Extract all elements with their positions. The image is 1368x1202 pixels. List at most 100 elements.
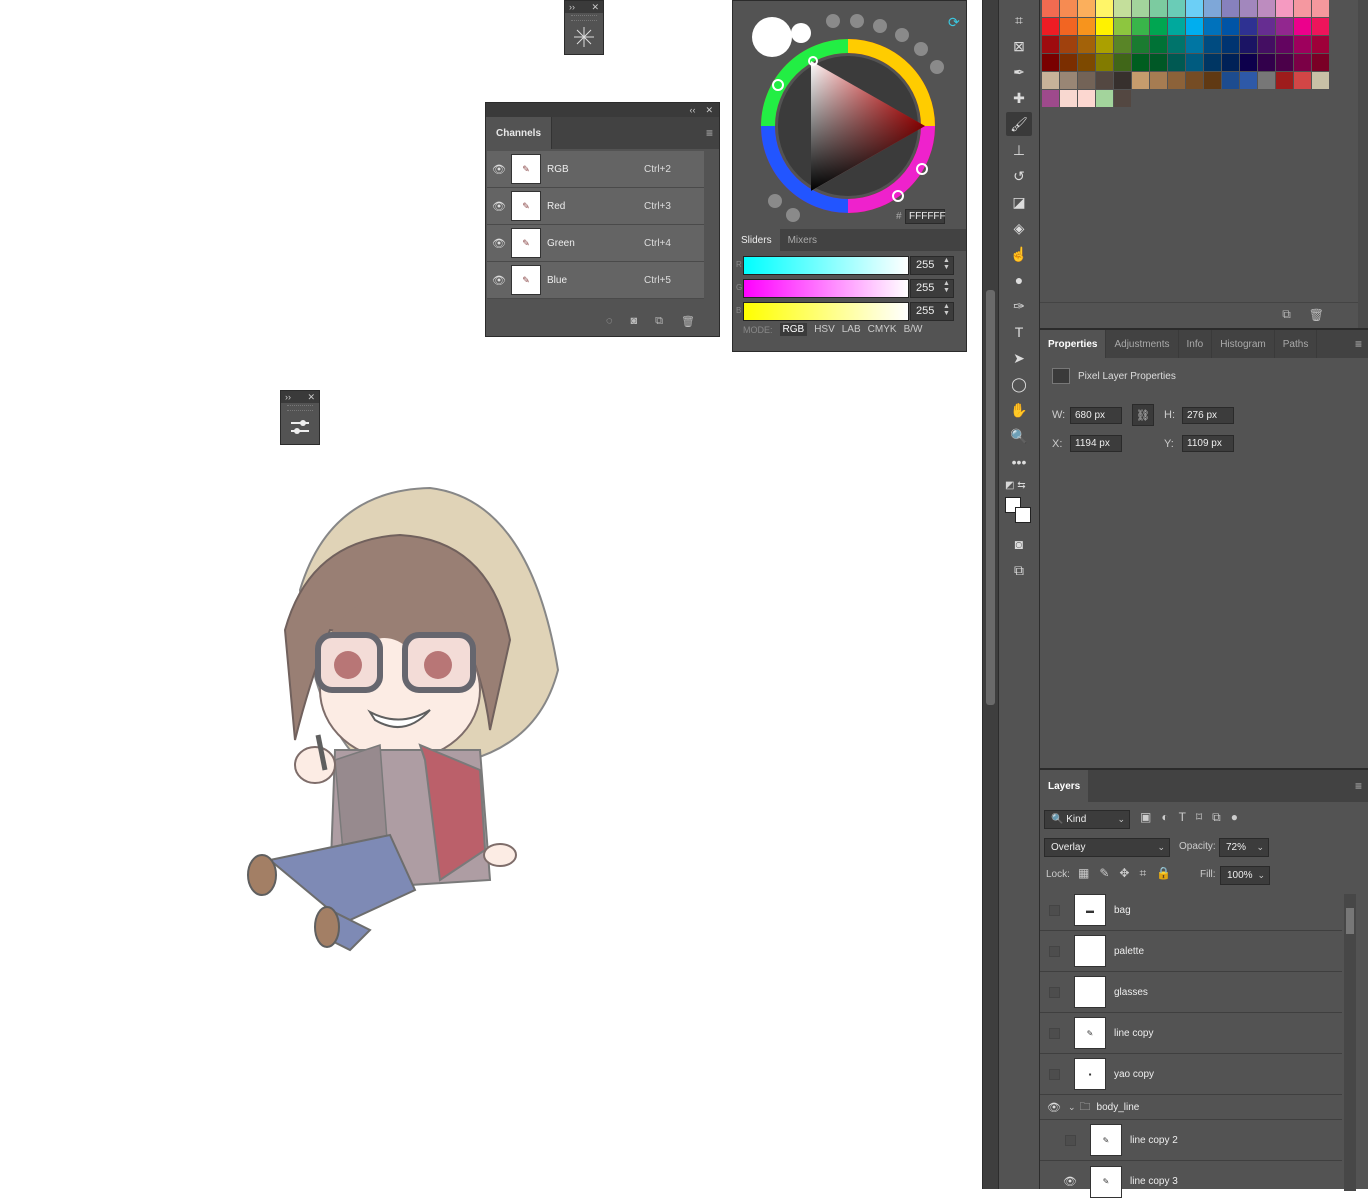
visibility-toggle[interactable] bbox=[1040, 904, 1068, 916]
shape-filter-icon[interactable]: ⌑ bbox=[1196, 810, 1202, 825]
color-swatch[interactable] bbox=[1096, 54, 1113, 71]
mode-lab[interactable]: LAB bbox=[842, 324, 861, 335]
delete-icon[interactable]: 🗑 bbox=[681, 315, 695, 328]
opacity-field[interactable]: 72% ⌄ bbox=[1219, 838, 1269, 857]
tab-adjustments[interactable]: Adjustments bbox=[1106, 330, 1179, 358]
color-swatch[interactable] bbox=[1312, 18, 1329, 35]
color-swatch[interactable] bbox=[1276, 36, 1293, 53]
dodge-icon[interactable]: ● bbox=[1006, 268, 1032, 292]
color-swatch[interactable] bbox=[1042, 72, 1059, 89]
color-swatch[interactable] bbox=[1060, 90, 1077, 107]
more-icon[interactable]: ••• bbox=[1006, 450, 1032, 474]
color-swatch[interactable] bbox=[1186, 0, 1203, 17]
color-swatch[interactable] bbox=[1294, 0, 1311, 17]
color-swatch[interactable] bbox=[1294, 54, 1311, 71]
color-swatch[interactable] bbox=[1096, 18, 1113, 35]
slider-track[interactable] bbox=[743, 302, 909, 321]
color-swatch[interactable] bbox=[1240, 18, 1257, 35]
tab-properties[interactable]: Properties bbox=[1040, 330, 1107, 358]
frame-icon[interactable]: ⊠ bbox=[1006, 34, 1032, 58]
mode-hsv[interactable]: HSV bbox=[814, 324, 835, 335]
y-field[interactable]: 1109 px bbox=[1182, 435, 1234, 452]
hex-input[interactable]: FFFFFF bbox=[905, 209, 946, 224]
layer-row[interactable]: 👁 ✎ line copy 3 bbox=[1040, 1161, 1342, 1202]
color-swatch[interactable] bbox=[1276, 72, 1293, 89]
blend-mode-dropdown[interactable]: Overlay ⌄ bbox=[1044, 838, 1170, 857]
visibility-box[interactable] bbox=[1048, 904, 1060, 916]
color-swatch[interactable] bbox=[1258, 54, 1275, 71]
channel-row-green[interactable]: 👁 ✎ Green Ctrl+4 bbox=[487, 225, 704, 262]
color-swatch[interactable] bbox=[1132, 0, 1149, 17]
mode-bw[interactable]: B/W bbox=[904, 324, 923, 335]
close-icon[interactable]: ✕ bbox=[307, 392, 315, 403]
color-swatch[interactable] bbox=[1204, 54, 1221, 71]
chevron-down-icon[interactable]: ⌄ bbox=[1256, 839, 1264, 856]
color-swatch[interactable] bbox=[1258, 72, 1275, 89]
color-swatch[interactable] bbox=[1114, 0, 1131, 17]
adjustments-slider-icon[interactable] bbox=[281, 413, 319, 441]
color-swatch[interactable] bbox=[1240, 54, 1257, 71]
panel-menu-icon[interactable]: ≡ bbox=[1355, 779, 1362, 793]
tab-sliders[interactable]: Sliders bbox=[733, 229, 780, 251]
color-swatch[interactable] bbox=[1186, 36, 1203, 53]
tab-histogram[interactable]: Histogram bbox=[1212, 330, 1275, 358]
channel-row-blue[interactable]: 👁 ✎ Blue Ctrl+5 bbox=[487, 262, 704, 299]
color-swatch[interactable] bbox=[1258, 18, 1275, 35]
eye-icon[interactable]: 👁 bbox=[1056, 1175, 1084, 1188]
color-swatch[interactable] bbox=[1240, 36, 1257, 53]
color-swatch[interactable] bbox=[1132, 72, 1149, 89]
mode-cmyk[interactable]: CMYK bbox=[868, 324, 897, 335]
close-icon[interactable]: ✕ bbox=[705, 105, 713, 116]
color-swatch[interactable] bbox=[1168, 18, 1185, 35]
filter-kind-dropdown[interactable]: 🔍 Kind ⌄ bbox=[1044, 810, 1130, 829]
lock-position-icon[interactable]: ✥ bbox=[1119, 866, 1129, 881]
hand-icon[interactable]: ✋ bbox=[1006, 398, 1032, 422]
paint-bucket-icon[interactable]: ◈ bbox=[1006, 216, 1032, 240]
layer-group-row[interactable]: 👁 ⌄ 🗀 body_line bbox=[1040, 1095, 1342, 1120]
delete-icon[interactable]: 🗑 bbox=[1309, 308, 1324, 322]
spinner-icon[interactable]: ▲ ▼ bbox=[943, 280, 950, 294]
adjustment-filter-icon[interactable]: ◐ bbox=[1161, 810, 1168, 825]
color-swatch[interactable] bbox=[1204, 72, 1221, 89]
scroll-thumb[interactable] bbox=[1346, 908, 1354, 934]
color-swatch[interactable] bbox=[1042, 54, 1059, 71]
eye-icon[interactable]: 👁 bbox=[487, 163, 511, 176]
collapse-icon[interactable]: ‹‹ bbox=[689, 105, 695, 115]
color-swatch[interactable] bbox=[1150, 54, 1167, 71]
layer-row[interactable]: ▬ bag bbox=[1040, 890, 1342, 931]
color-swatch[interactable] bbox=[1042, 0, 1059, 17]
color-swatch[interactable] bbox=[1222, 72, 1239, 89]
close-icon[interactable]: ✕ bbox=[591, 2, 599, 13]
swatches-scrollbar[interactable] bbox=[1358, 0, 1368, 328]
color-swatch[interactable] bbox=[1222, 54, 1239, 71]
stamp-icon[interactable]: ⊥ bbox=[1006, 138, 1032, 162]
floating-brush-panel[interactable]: ›› ✕ bbox=[564, 0, 604, 55]
color-swatch[interactable] bbox=[1204, 18, 1221, 35]
channel-row-red[interactable]: 👁 ✎ Red Ctrl+3 bbox=[487, 188, 704, 225]
color-swatch[interactable] bbox=[1114, 72, 1131, 89]
spinner-icon[interactable]: ▲ ▼ bbox=[943, 303, 950, 317]
color-swatch[interactable] bbox=[1078, 90, 1095, 107]
color-swatch[interactable] bbox=[1276, 18, 1293, 35]
floating-adjustments-panel[interactable]: ›› ✕ bbox=[280, 390, 320, 445]
background-color[interactable] bbox=[1015, 507, 1031, 523]
color-swatch[interactable] bbox=[1114, 18, 1131, 35]
color-swatch[interactable] bbox=[1060, 0, 1077, 17]
type-icon[interactable]: T bbox=[1006, 320, 1032, 344]
visibility-toggle[interactable] bbox=[1040, 1068, 1068, 1080]
layer-row[interactable]: ✎ line copy bbox=[1040, 1013, 1342, 1054]
color-swatch[interactable] bbox=[1114, 54, 1131, 71]
type-filter-icon[interactable]: T bbox=[1179, 810, 1186, 825]
fill-field[interactable]: 100% ⌄ bbox=[1220, 866, 1270, 885]
color-swatch[interactable] bbox=[1312, 72, 1329, 89]
spinner-icon[interactable]: ▲ ▼ bbox=[943, 257, 950, 271]
color-swatch[interactable] bbox=[1168, 0, 1185, 17]
color-swatch[interactable] bbox=[1042, 90, 1059, 107]
color-swatch[interactable] bbox=[1060, 54, 1077, 71]
color-swatch[interactable] bbox=[1240, 0, 1257, 17]
tab-mixers[interactable]: Mixers bbox=[780, 229, 825, 251]
panel-menu-icon[interactable]: ≡ bbox=[706, 126, 713, 140]
width-field[interactable]: 680 px bbox=[1070, 406, 1122, 424]
color-swatch[interactable] bbox=[1078, 18, 1095, 35]
color-swatch[interactable] bbox=[1312, 36, 1329, 53]
